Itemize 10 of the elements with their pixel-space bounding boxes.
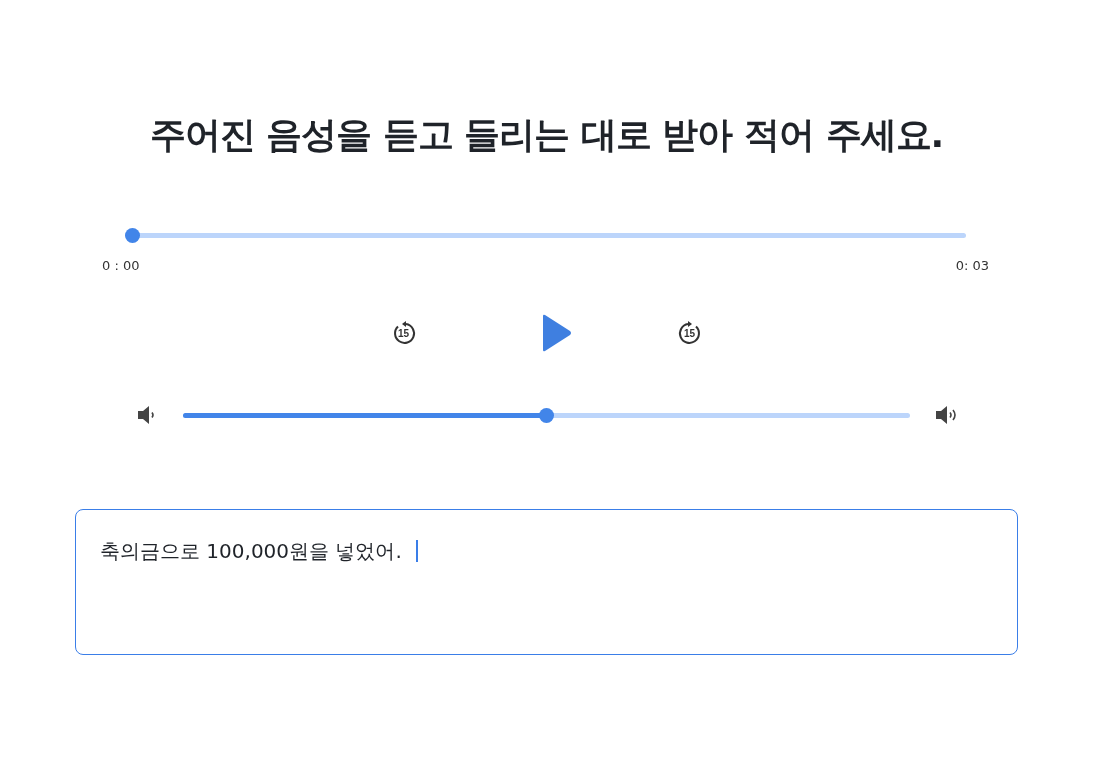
duration-time: 0: 03 (955, 258, 989, 273)
current-time: 0 : 00 (102, 258, 140, 273)
rewind-button[interactable]: 15 (390, 320, 417, 346)
text-cursor (415, 540, 418, 562)
volume-slider[interactable] (183, 407, 910, 423)
answer-field[interactable]: 축의금으로 100,000원을 넣었어. (75, 509, 1018, 655)
instruction-title: 주어진 음성을 듣고 들리는 대로 받아 적어 주세요. (148, 113, 945, 157)
progress-slider[interactable] (125, 228, 966, 243)
forward-button[interactable]: 15 (676, 320, 703, 346)
volume-high-icon[interactable] (934, 403, 958, 427)
